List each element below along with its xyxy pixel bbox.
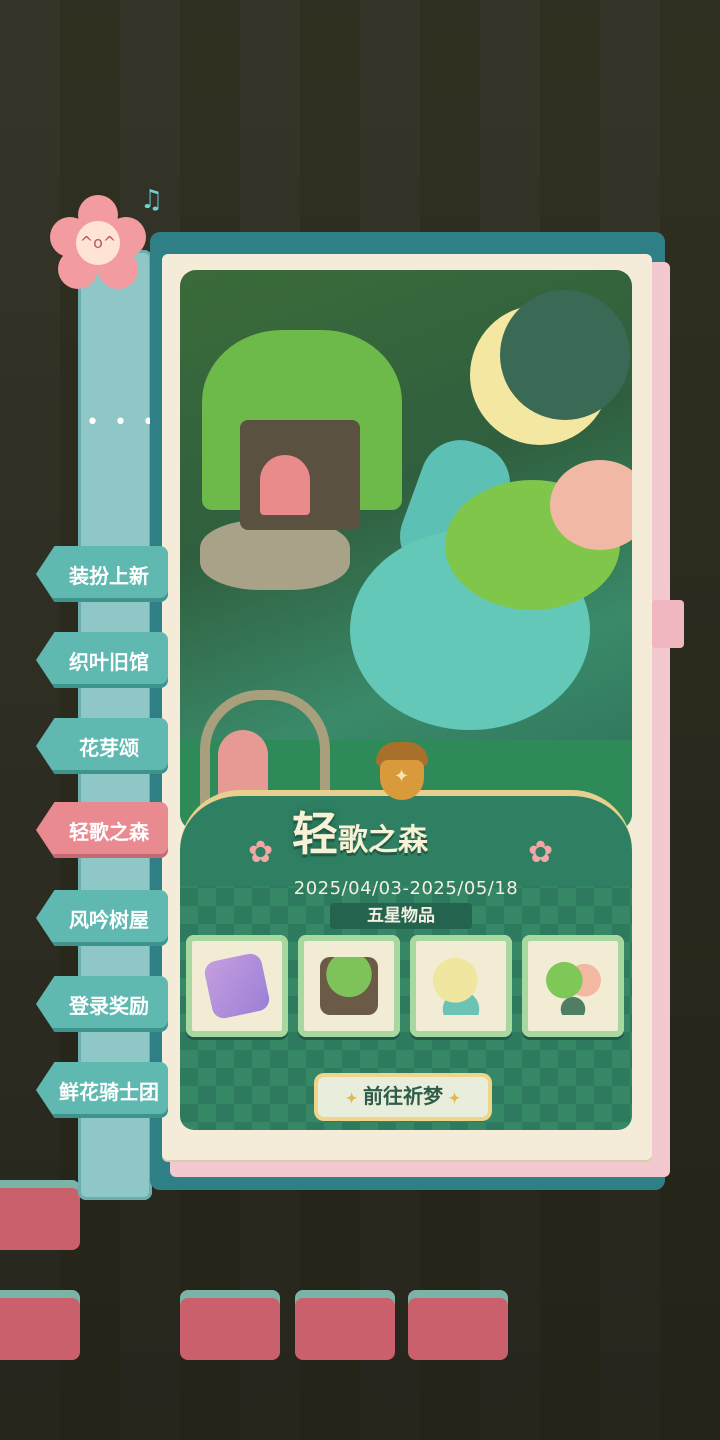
event-title-char: 之	[368, 823, 398, 858]
five-star-items-label: 五星物品	[330, 903, 472, 929]
rug-item-icon	[202, 951, 272, 1021]
event-title-char: 轻	[292, 807, 338, 861]
moon-item-icon	[432, 957, 490, 1015]
tab-label: 装扮上新	[69, 563, 149, 588]
garden-tub	[0, 1290, 80, 1360]
tab-label: 登录奖励	[69, 993, 149, 1018]
more-dots: • • •	[86, 410, 159, 435]
flower-left-icon: ✿	[248, 835, 274, 870]
singing-flower-icon: ^o^	[50, 195, 146, 291]
tree-item-icon	[544, 957, 602, 1015]
featured-item[interactable]	[298, 935, 400, 1037]
featured-items-row	[186, 935, 624, 1037]
tab-label: 鲜花骑士团	[59, 1079, 159, 1104]
tab-wind-treehouse[interactable]: 风吟树屋	[36, 890, 168, 946]
acorn-icon	[376, 742, 428, 800]
tab-woven-leaf-hall[interactable]: 织叶旧馆	[36, 632, 168, 688]
tab-flower-knights[interactable]: 鲜花骑士团	[36, 1062, 168, 1118]
event-title-char: 森	[398, 823, 428, 858]
garden-tub	[180, 1290, 280, 1360]
sparkle-icon: ✦	[448, 1090, 461, 1106]
featured-item[interactable]	[186, 935, 288, 1037]
tab-label: 轻歌之森	[69, 819, 149, 844]
event-date-range: 2025/04/03-2025/05/18	[293, 878, 519, 899]
event-title-char: 歌	[338, 823, 368, 858]
featured-item[interactable]	[410, 935, 512, 1037]
go-wish-button[interactable]: ✦ 前往祈梦 ✦	[318, 1077, 488, 1117]
garden-tub	[0, 1180, 80, 1250]
tab-label: 织叶旧馆	[69, 649, 149, 674]
tab-flower-bud-ode[interactable]: 花芽颂	[36, 718, 168, 774]
sparkle-icon: ✦	[345, 1090, 358, 1106]
background-garden-tubs	[0, 1180, 720, 1440]
tab-outfit-new[interactable]: 装扮上新	[36, 546, 168, 602]
tab-login-reward[interactable]: 登录奖励	[36, 976, 168, 1032]
tab-label: 风吟树屋	[69, 907, 149, 932]
garden-tub	[408, 1290, 508, 1360]
garden-tub	[295, 1290, 395, 1360]
tab-label: 花芽颂	[79, 735, 139, 760]
go-wish-button-label: 前往祈梦	[363, 1086, 443, 1108]
treehouse-item-icon	[320, 957, 378, 1015]
featured-item[interactable]	[522, 935, 624, 1037]
flower-right-icon: ✿	[528, 835, 554, 870]
bookmark-tag	[652, 600, 684, 648]
music-note-icon: ♫	[140, 185, 164, 215]
tab-light-song-forest[interactable]: 轻歌之森	[36, 802, 168, 858]
